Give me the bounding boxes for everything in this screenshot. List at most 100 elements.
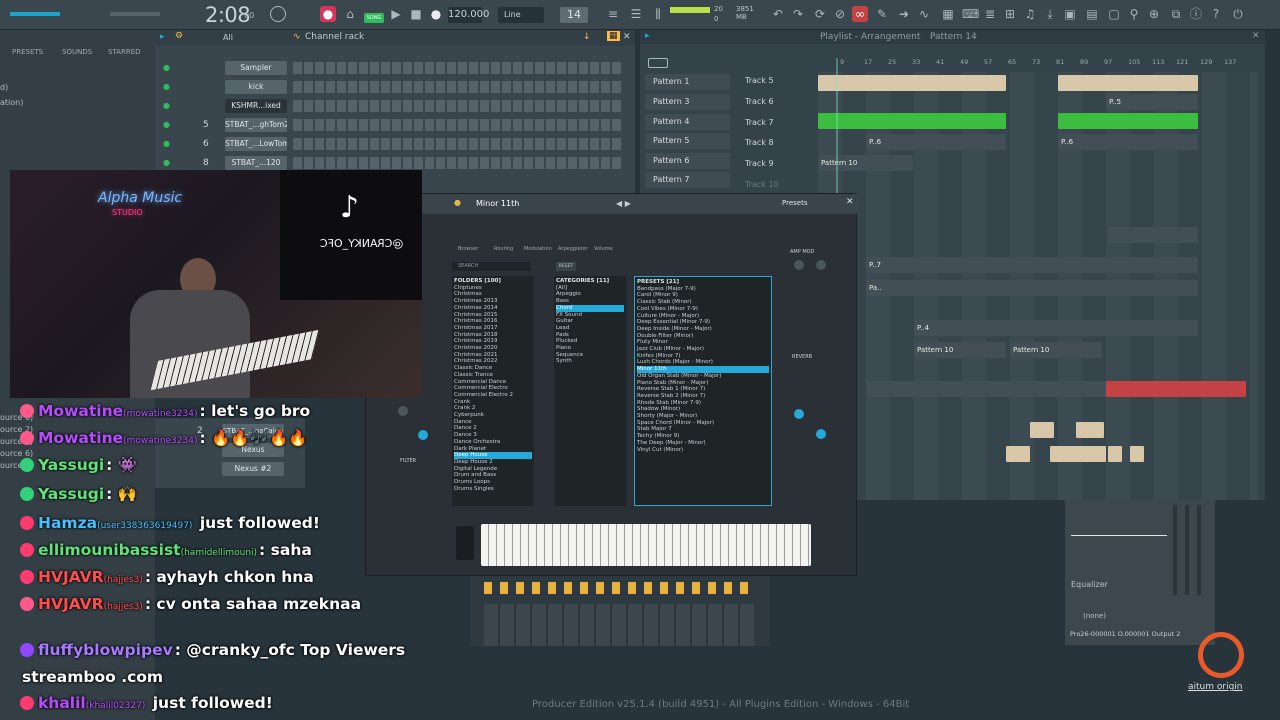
channel-button[interactable]: Nexus #2 — [222, 462, 284, 476]
pattern-item[interactable]: Pattern 7 — [645, 172, 730, 188]
prev-preset-icon[interactable]: ◀ ▶ — [616, 199, 631, 208]
rack-options-icon[interactable]: ⚙ — [175, 31, 183, 41]
pattern-item[interactable]: Pattern 5 — [645, 133, 730, 149]
pattern-item[interactable]: Pattern 3 — [645, 94, 730, 110]
channel-button[interactable]: kick — [225, 80, 287, 94]
refresh-icon[interactable]: ⟳ — [812, 6, 828, 22]
rack-filter[interactable]: All — [223, 33, 233, 42]
tab-modulation[interactable]: Modulation — [524, 246, 552, 252]
master-pitch-slider[interactable] — [110, 12, 160, 16]
list-item[interactable]: Bandpass (Major 7-9) — [637, 286, 769, 293]
pattern-clip[interactable]: Pattern 10 — [1010, 342, 1102, 358]
pattern-clip[interactable]: P..6 — [866, 134, 1006, 150]
pattern-clip[interactable] — [866, 381, 1106, 397]
song-mode-toggle[interactable]: SONG — [364, 13, 384, 23]
metronome-icon[interactable]: ⌂ — [342, 6, 358, 22]
mixer-faders[interactable] — [484, 604, 754, 646]
knob[interactable] — [816, 429, 826, 439]
list-item[interactable]: Drum and Bass — [454, 472, 532, 479]
audio-clip[interactable] — [1130, 446, 1144, 462]
list-item[interactable]: The Deep (Major - Minor) — [637, 440, 769, 447]
list-item[interactable]: Commercial Electro — [454, 385, 532, 392]
pattern-clip[interactable]: Pattern 10 — [914, 342, 1006, 358]
pitch-wheel[interactable] — [456, 526, 474, 560]
step-pads[interactable] — [293, 100, 623, 112]
list-item[interactable]: Shorty (Major - Minor) — [637, 413, 769, 420]
tab-sounds[interactable]: SOUNDS — [62, 48, 92, 56]
wave-icon[interactable]: ∿ — [916, 6, 932, 22]
channel-led[interactable]: ● — [163, 158, 170, 167]
list-item[interactable]: Christmas 2020 — [454, 345, 532, 352]
pattern-clip[interactable]: P..6 — [1058, 134, 1198, 150]
keyboard-icon[interactable]: ⌨ — [962, 6, 979, 22]
list-icon[interactable]: ≣ — [982, 6, 998, 22]
list-item[interactable]: Dance 3 — [454, 432, 532, 439]
link-icon[interactable]: ∞ — [852, 6, 868, 22]
list-item[interactable]: Drums Loops — [454, 479, 532, 486]
list-item[interactable]: Culture (Minor - Major) — [637, 313, 769, 320]
knob[interactable] — [794, 260, 804, 270]
list-item[interactable]: Piano Stab (Minor - Major) — [637, 380, 769, 387]
knob[interactable] — [816, 260, 826, 270]
channel-led[interactable]: ● — [163, 82, 170, 91]
list-item[interactable]: Cool Vibes (Minor 7-9) — [637, 306, 769, 313]
browser-item[interactable]: ation) — [0, 95, 23, 110]
list-item[interactable]: Deep House — [454, 452, 532, 459]
presets-button[interactable]: Presets — [782, 199, 807, 207]
list-item[interactable]: Digital Legende — [454, 466, 532, 473]
record-icon[interactable]: ● — [428, 6, 444, 22]
list-item[interactable]: Chord — [556, 304, 624, 312]
list-item[interactable]: Knifes (Minor 7) — [637, 353, 769, 360]
track-label[interactable]: Track 8 — [745, 134, 805, 152]
categories-list[interactable]: CATEGORIES [11] [All] Arpeggio Bass Chord FX… — [554, 276, 626, 506]
eq-fader[interactable] — [1173, 505, 1177, 595]
mixer-track-number[interactable]: 8 — [203, 158, 209, 168]
close-icon[interactable]: ✕ — [623, 32, 631, 42]
play-icon[interactable]: ▶ — [388, 6, 404, 22]
pattern-clip[interactable]: Pattern 10 — [818, 155, 913, 171]
arrow-icon[interactable]: ➜ — [896, 6, 912, 22]
tempo-display[interactable]: 120.000 — [448, 7, 489, 23]
mixer-track-number[interactable]: 6 — [203, 139, 209, 149]
list-item[interactable]: Pads — [556, 332, 624, 339]
track-label[interactable]: Track 9 — [745, 155, 805, 173]
list-item[interactable]: Bass — [556, 298, 624, 305]
knob[interactable] — [794, 409, 804, 419]
tab-volume[interactable]: Volume — [594, 246, 613, 252]
rack-arrow-icon[interactable]: ▸ — [160, 32, 165, 42]
audio-clip[interactable] — [1030, 422, 1054, 438]
eq-fader[interactable] — [1197, 505, 1201, 595]
help-icon[interactable]: ? — [1208, 6, 1224, 22]
list-item[interactable]: Classic Stab (Minor) — [637, 299, 769, 306]
pattern-clip[interactable]: P..4 — [914, 320, 1198, 336]
close-icon[interactable]: ✕ — [846, 197, 854, 207]
channel-button[interactable]: STBAT_...ghTom2 — [225, 118, 287, 132]
pattern-item[interactable]: Pattern 4 — [645, 114, 730, 130]
power-icon[interactable]: ⏻ — [1230, 6, 1246, 22]
list-item[interactable]: Lush Chords (Major - Minor) — [637, 359, 769, 366]
list-item[interactable]: Reverse Stab 1 (Minor 7) — [637, 386, 769, 393]
knob[interactable] — [418, 430, 428, 440]
clock-icon[interactable] — [270, 6, 286, 22]
redo-icon[interactable]: ↷ — [790, 6, 806, 22]
audio-clip[interactable] — [1108, 446, 1122, 462]
list-item[interactable]: Christmas 2014 — [454, 305, 532, 312]
list-item[interactable]: Lead — [556, 325, 624, 332]
mixer-track-number[interactable]: 5 — [203, 120, 209, 130]
list-item[interactable]: Deep Inside (Minor - Major) — [637, 326, 769, 333]
list-item[interactable]: [All] — [556, 285, 624, 292]
knob[interactable] — [398, 406, 408, 416]
pattern-picker-icon[interactable] — [648, 58, 668, 68]
file-icon[interactable]: ▢ — [1106, 6, 1122, 22]
equalizer-slot[interactable]: (none) — [1083, 612, 1106, 620]
pattern-clip[interactable] — [1058, 113, 1198, 129]
list-item[interactable]: Christmas 2021 — [454, 352, 532, 359]
mixer-route-knobs[interactable] — [484, 582, 754, 594]
list-item[interactable]: Chiptunes — [454, 285, 532, 292]
step-pads[interactable] — [293, 157, 623, 169]
list-item[interactable]: Techy (Minor 9) — [637, 433, 769, 440]
edit-icon[interactable]: ✎ — [874, 6, 890, 22]
mic-icon[interactable]: ♫ — [1022, 6, 1038, 22]
channel-button[interactable]: STBAT_...120 — [225, 156, 287, 170]
list-item[interactable]: Old Organ Stab (Minor - Major) — [637, 373, 769, 380]
